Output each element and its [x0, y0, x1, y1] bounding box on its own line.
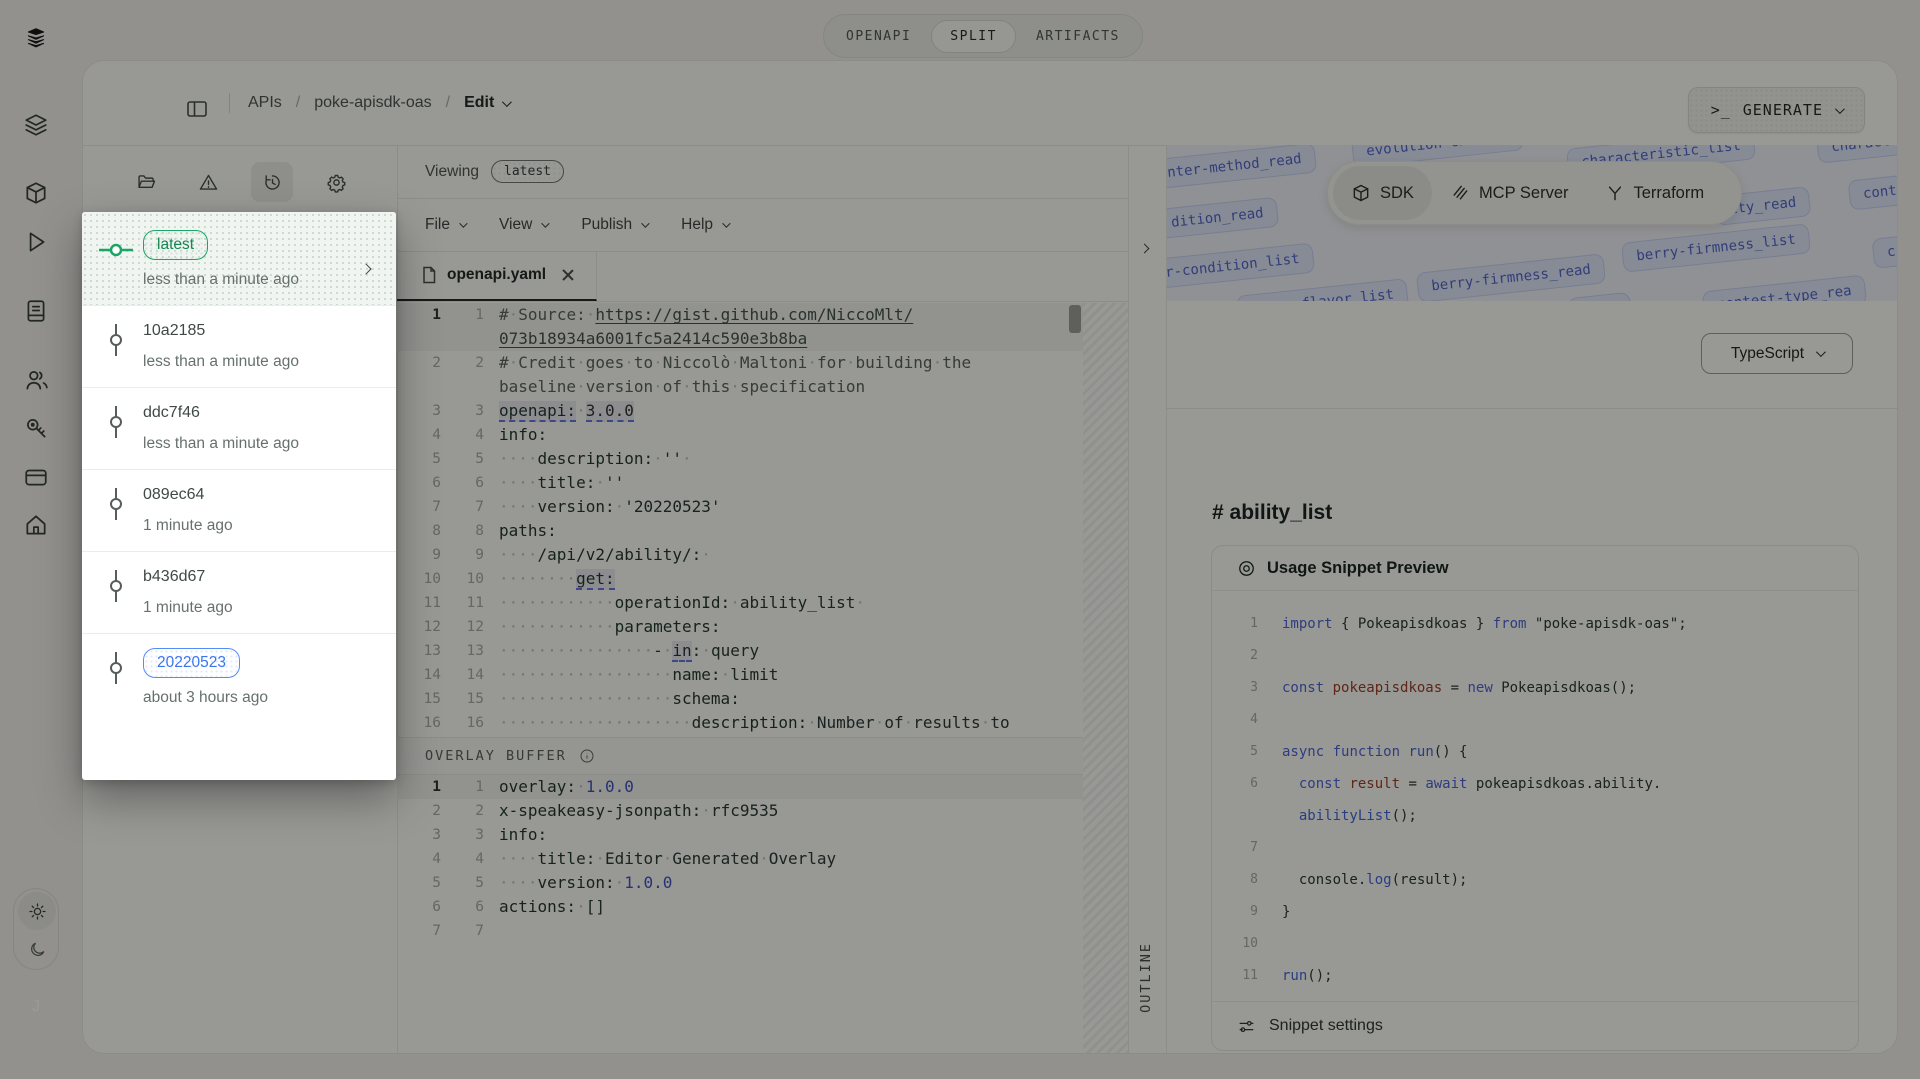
version-hash: ddc7f46	[143, 404, 200, 421]
version-item-latest[interactable]: latest less than a minute ago	[82, 212, 396, 306]
version-hash: b436d67	[143, 568, 206, 585]
version-timestamp: less than a minute ago	[143, 435, 299, 452]
app-screen: J OPENAPI SPLIT ARTIFACTS APIs / poke-ap…	[0, 0, 1920, 1079]
version-timestamp: less than a minute ago	[143, 353, 299, 370]
chevron-right-icon	[360, 260, 372, 278]
version-hash: 089ec64	[143, 486, 205, 503]
version-timestamp: less than a minute ago	[143, 271, 299, 288]
version-item-20220523[interactable]: 20220523 about 3 hours ago	[82, 634, 396, 723]
version-timestamp: about 3 hours ago	[143, 689, 268, 706]
version-timestamp: 1 minute ago	[143, 517, 233, 534]
version-badge: 20220523	[143, 648, 240, 678]
version-item-089ec64[interactable]: 089ec64 1 minute ago	[82, 470, 396, 552]
version-item-b436d67[interactable]: b436d67 1 minute ago	[82, 552, 396, 634]
version-history-dropdown: latest less than a minute ago 10a2185 less …	[82, 212, 396, 780]
version-item-10a2185[interactable]: 10a2185 less than a minute ago	[82, 306, 396, 388]
version-timestamp: 1 minute ago	[143, 599, 233, 616]
version-badge: latest	[143, 230, 209, 260]
version-item-ddc7f46[interactable]: ddc7f46 less than a minute ago	[82, 388, 396, 470]
version-hash: 10a2185	[143, 322, 206, 339]
